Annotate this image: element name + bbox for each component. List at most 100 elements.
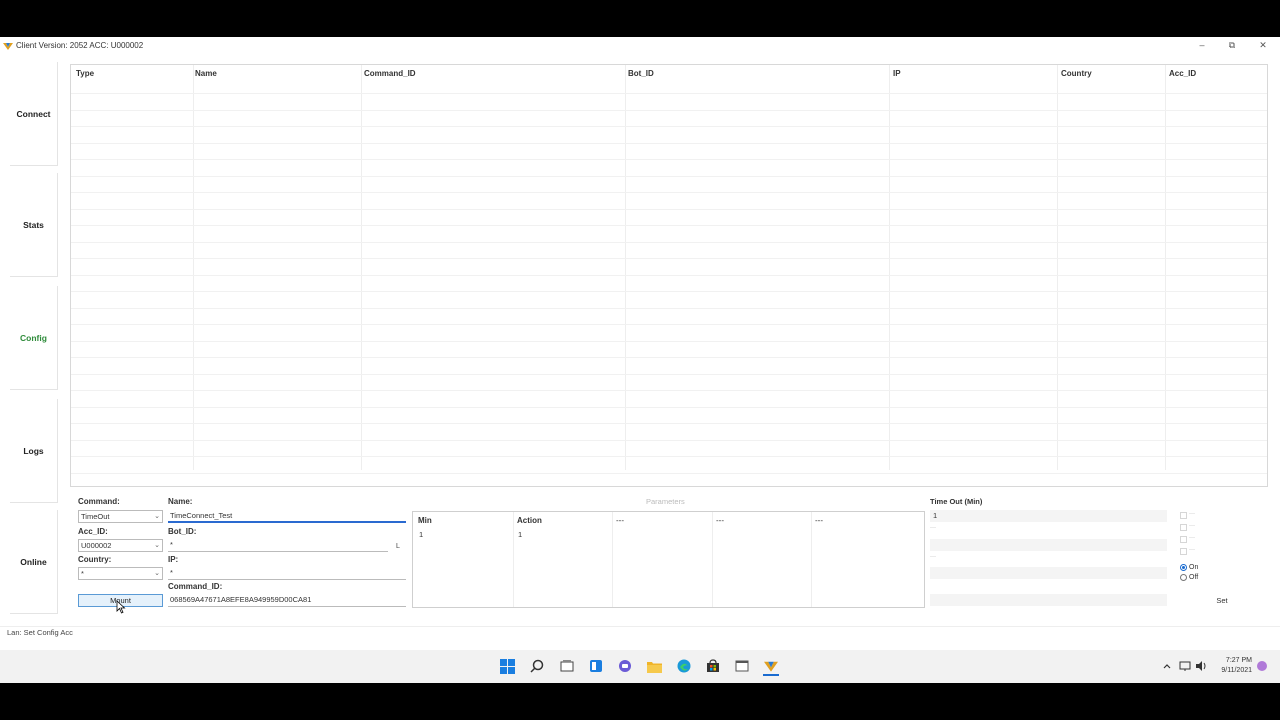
bot-id-label: Bot_ID: xyxy=(168,527,197,536)
timeout-field-2[interactable] xyxy=(930,539,1167,551)
grid-row-line xyxy=(71,126,1267,127)
grid-row-line xyxy=(71,258,1267,259)
grid-row-line xyxy=(71,142,1267,144)
grid-row-line xyxy=(71,175,1267,177)
command-select[interactable]: TimeOut ⌄ xyxy=(78,510,163,523)
store-icon[interactable] xyxy=(705,658,721,674)
radio-off-label: Off xyxy=(1189,574,1199,581)
bot-id-input[interactable]: * xyxy=(168,539,388,552)
title-bar: Client Version: 2052 ACC: U000002 – ⧉ ✕ xyxy=(0,37,1280,54)
commands-grid[interactable]: Type Name Command_ID Bot_ID IP Country A… xyxy=(70,64,1268,487)
param-header-4: --- xyxy=(716,516,724,525)
grid-row-line xyxy=(71,324,1267,325)
grid-row-line xyxy=(71,274,1267,276)
grid-row-line xyxy=(71,340,1267,342)
terminal-icon[interactable] xyxy=(734,658,750,674)
column-header-ip[interactable]: IP xyxy=(893,69,901,78)
command-value: TimeOut xyxy=(81,512,110,521)
option-checkbox-label: --- xyxy=(1189,547,1195,553)
command-id-input[interactable]: 068569A47671A8EFE8A949959D00CA81 xyxy=(168,594,406,607)
clock-time: 7:27 PM xyxy=(1225,657,1252,664)
set-button[interactable]: Set xyxy=(1180,594,1264,607)
clock[interactable]: 7:27 PM 9/11/2021 xyxy=(1210,656,1252,676)
grid-row-line xyxy=(71,225,1267,226)
column-header-country[interactable]: Country xyxy=(1061,69,1092,78)
grid-row-line xyxy=(71,456,1267,457)
timeout-field-4[interactable] xyxy=(930,594,1167,606)
acc-id-select[interactable]: U000002 ⌄ xyxy=(78,539,163,552)
parameters-title: Parameters xyxy=(646,497,685,506)
ip-input[interactable]: * xyxy=(168,567,406,580)
chevron-up-icon[interactable] xyxy=(1159,658,1175,674)
acc-id-label: Acc_ID: xyxy=(78,527,108,536)
nav-online-button[interactable]: Online xyxy=(10,510,58,614)
close-button[interactable]: ✕ xyxy=(1248,38,1278,52)
radio-on-label: On xyxy=(1189,564,1199,571)
network-icon[interactable] xyxy=(1177,658,1193,674)
param-divider xyxy=(513,512,514,607)
grid-row-line xyxy=(71,439,1267,441)
column-header-bot-id[interactable]: Bot_ID xyxy=(628,69,654,78)
country-select[interactable]: * ⌄ xyxy=(78,567,163,580)
taskbar: 7:27 PM 9/11/2021 xyxy=(0,650,1280,683)
timeout-placeholder: --- xyxy=(930,525,936,531)
parameters-table[interactable]: Min Action --- --- --- 1 1 xyxy=(412,511,925,608)
name-input[interactable]: TimeConnect_Test xyxy=(168,510,406,523)
widgets-icon[interactable] xyxy=(588,658,604,674)
radio-off[interactable]: Off xyxy=(1180,574,1198,581)
param-header-5: --- xyxy=(815,516,823,525)
column-header-name[interactable]: Name xyxy=(195,69,217,78)
maximize-button[interactable]: ⧉ xyxy=(1217,38,1247,52)
nav-config-button[interactable]: Config xyxy=(10,286,58,390)
grid-row-line xyxy=(71,390,1267,391)
option-checkbox[interactable] xyxy=(1180,512,1187,519)
column-header-command-id[interactable]: Command_ID xyxy=(364,69,416,78)
param-divider xyxy=(811,512,812,607)
chevron-down-icon: ⌄ xyxy=(154,570,160,577)
search-icon[interactable] xyxy=(529,658,545,674)
nav-connect-button[interactable]: Connect xyxy=(10,62,58,166)
option-checkbox[interactable] xyxy=(1180,548,1187,555)
command-id-label: Command_ID: xyxy=(168,582,223,591)
column-header-acc-id[interactable]: Acc_ID xyxy=(1169,69,1196,78)
param-divider xyxy=(712,512,713,607)
minimize-button[interactable]: – xyxy=(1187,38,1217,52)
param-header-3: --- xyxy=(616,516,624,525)
app-window: Client Version: 2052 ACC: U000002 – ⧉ ✕ … xyxy=(0,37,1280,650)
file-explorer-icon[interactable] xyxy=(646,658,662,674)
column-header-type[interactable]: Type xyxy=(76,69,94,78)
edge-browser-icon[interactable] xyxy=(676,658,692,674)
clock-date: 9/11/2021 xyxy=(1221,667,1252,674)
param-header-min: Min xyxy=(418,516,432,525)
timeout-label: Time Out (Min) xyxy=(930,497,983,506)
timeout-input[interactable]: 1 xyxy=(930,510,1167,522)
grid-row-line xyxy=(71,423,1267,424)
window-title: Client Version: 2052 ACC: U000002 xyxy=(16,41,144,50)
task-view-icon[interactable] xyxy=(559,658,575,674)
country-label: Country: xyxy=(78,555,112,564)
grid-row-line xyxy=(71,373,1267,375)
screen: Client Version: 2052 ACC: U000002 – ⧉ ✕ … xyxy=(0,0,1280,720)
grid-row-line xyxy=(71,109,1267,111)
grid-row-line xyxy=(71,208,1267,210)
grid-header: Type Name Command_ID Bot_ID IP Country A… xyxy=(71,65,1267,81)
option-checkbox[interactable] xyxy=(1180,524,1187,531)
country-value: * xyxy=(81,569,84,578)
bot-id-list-button[interactable]: L xyxy=(390,540,406,553)
volume-icon[interactable] xyxy=(1193,658,1209,674)
grid-row-line xyxy=(71,241,1267,243)
timeout-field-3[interactable] xyxy=(930,567,1167,579)
windows-start-icon[interactable] xyxy=(499,658,515,674)
param-cell-action[interactable]: 1 xyxy=(518,530,522,539)
notification-icon[interactable] xyxy=(1254,658,1270,674)
grid-row-line xyxy=(71,291,1267,292)
option-checkbox-label: --- xyxy=(1189,511,1195,517)
nav-stats-button[interactable]: Stats xyxy=(10,173,58,277)
client-app-taskbar-icon[interactable] xyxy=(763,658,779,676)
chat-icon[interactable] xyxy=(617,658,633,674)
radio-on[interactable]: On xyxy=(1180,564,1198,571)
nav-logs-button[interactable]: Logs xyxy=(10,399,58,503)
option-checkbox[interactable] xyxy=(1180,536,1187,543)
ip-label: IP: xyxy=(168,555,179,564)
param-cell-min[interactable]: 1 xyxy=(419,530,423,539)
